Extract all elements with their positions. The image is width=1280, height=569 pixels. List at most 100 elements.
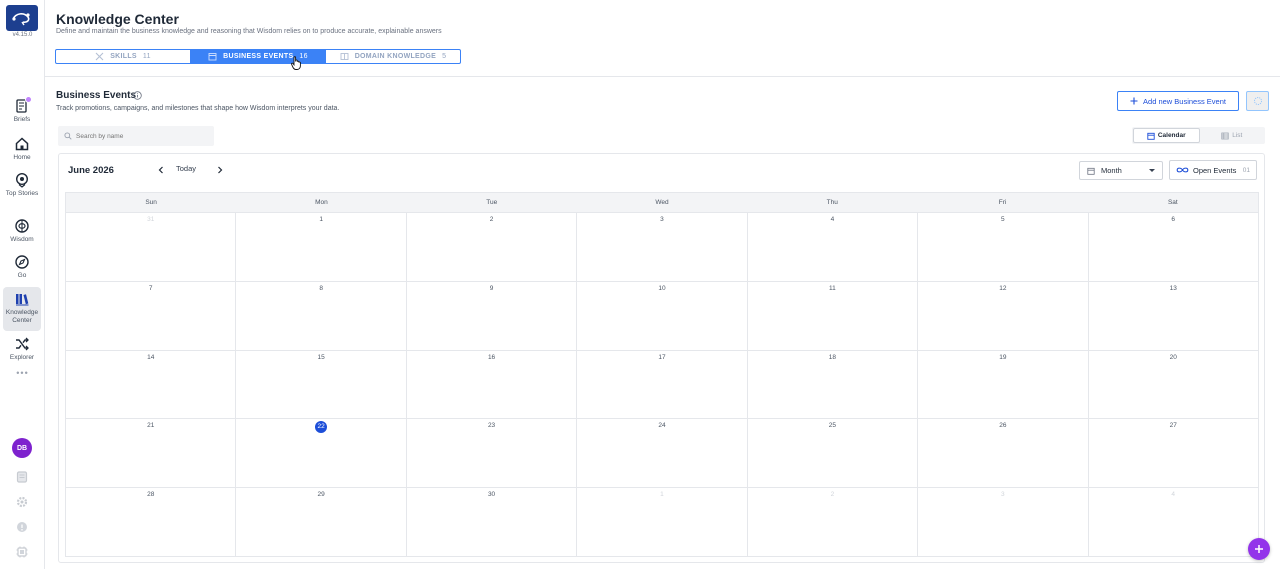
calendar-day-cell[interactable]: 4 [1089,488,1258,556]
calendar-day-cell[interactable]: 20 [1089,351,1258,419]
calendar-week-row: 28 29 30 1 2 3 4 [66,488,1258,556]
day-number: 1 [660,491,664,499]
app-logo[interactable] [6,5,38,31]
tab-skills[interactable]: SKILLS 11 [56,50,190,63]
section-title: Business Events [56,90,137,101]
avatar[interactable]: DB [12,438,32,458]
calendar-view-button[interactable]: Calendar [1133,128,1200,143]
tab-count: 11 [142,53,151,60]
day-number: 2 [489,216,494,223]
calendar-day-cell[interactable]: 8 [236,281,407,350]
weekday-header: Wed [655,199,669,206]
calendar-day-cell[interactable]: 2 [407,213,578,281]
assistant-fab-button[interactable] [1248,538,1270,560]
sidebar-item-briefs[interactable]: Briefs [3,96,41,126]
calendar-day-cell[interactable]: 1 [236,213,407,281]
tab-business-events[interactable]: BUSINESS EVENTS 16 [190,50,325,63]
plus-icon [1130,97,1138,105]
calendar-day-cell[interactable]: 31 [66,213,237,281]
calendar-day-cell[interactable]: 2 [748,488,919,556]
open-events-button[interactable]: Open Events 01 [1169,160,1257,180]
day-number: 20 [1169,353,1177,361]
sidebar-item-top-stories[interactable]: Top Stories [3,172,41,208]
tab-label: DOMAIN KNOWLEDGE [354,53,437,60]
sidebar-item-go[interactable]: Go [3,254,41,282]
knowledge-center-icon [16,294,29,306]
tab-domain-knowledge[interactable]: DOMAIN KNOWLEDGE 5 [325,50,460,63]
calendar-day-cell[interactable]: 15 [236,350,407,419]
more-menu-icon[interactable]: ••• [0,368,45,378]
calendar-day-cell[interactable]: 4 [748,213,919,281]
calendar-month-title: June 2026 [68,165,114,176]
infinity-icon [1176,167,1189,173]
view-range-value: Month [1101,166,1122,175]
view-toggle: Calendar List [1132,127,1265,144]
calendar-day-cell[interactable]: 1 [577,488,748,556]
calendar-day-cell[interactable]: 12 [918,281,1089,350]
sidebar-item-knowledge-center[interactable]: Knowledge Center [3,287,41,331]
home-icon [15,137,29,151]
calendar-day-cell[interactable]: 13 [1089,282,1258,350]
day-number: 10 [658,284,666,292]
calendar-day-cell[interactable]: 26 [918,419,1089,488]
document-icon[interactable] [15,470,29,484]
chevron-right-icon[interactable] [214,164,226,176]
calendar-day-cell[interactable]: 9 [407,281,578,350]
search-input[interactable] [76,132,206,140]
calendar-day-cell[interactable]: 3 [918,488,1089,556]
sidebar-item-explorer[interactable]: Explorer [3,336,41,364]
day-number: 28 [147,491,155,499]
help-icon[interactable] [15,520,29,534]
section-subtitle: Track promotions, campaigns, and milesto… [56,105,340,112]
calendar-day-cell[interactable]: 30 [407,488,578,556]
refresh-button[interactable] [1246,91,1269,111]
calendar-day-cell[interactable]: 16 [407,350,578,419]
calendar-day-cell[interactable]: 22 [236,419,407,488]
calendar-day-cell[interactable]: 11 [748,281,919,350]
calendar-week-row: 14 15 16 17 18 19 20 [66,350,1258,420]
calendar-day-cell[interactable]: 28 [66,488,237,556]
calendar-day-cell[interactable]: 19 [918,350,1089,419]
calendar-day-cell[interactable]: 5 [918,213,1089,281]
day-number: 7 [148,284,153,292]
info-icon[interactable] [133,91,142,100]
calendar-day-cell[interactable]: 17 [577,350,748,419]
search-icon [64,132,72,140]
sidebar-item-label: Top Stories [5,190,39,197]
chip-icon[interactable] [15,545,29,559]
sidebar-item-label: Home [13,154,31,161]
gear-icon[interactable] [15,495,29,509]
view-range-select[interactable]: Month [1079,161,1163,180]
sidebar-item-wisdom[interactable]: Wisdom [3,218,41,246]
today-date-marker: 22 [315,421,328,434]
chevron-left-icon[interactable] [155,164,167,176]
calendar-day-cell[interactable]: 23 [407,419,578,488]
calendar-day-cell[interactable]: 25 [748,419,919,488]
calendar-week-row: 31 1 2 3 4 5 6 [66,213,1258,282]
calendar-day-cell[interactable]: 10 [577,281,748,350]
list-view-button[interactable]: List [1200,128,1265,143]
weekday-header-row: Sun Mon Tue Wed Thu Fri Sat [66,193,1258,213]
today-button[interactable]: Today [176,164,196,173]
calendar-day-cell[interactable]: 27 [1089,419,1258,487]
app-window: v4.15.0 Briefs Home Top Stories Wisdom G… [0,0,1280,569]
day-number: 17 [658,353,666,361]
calendar-day-cell[interactable]: 29 [236,488,407,556]
day-number: 15 [317,353,325,361]
calendar-day-cell[interactable]: 6 [1089,213,1258,281]
calendar-day-cell[interactable]: 21 [66,419,237,488]
day-number: 12 [999,284,1007,292]
add-button-label: Add new Business Event [1143,96,1226,106]
calendar-day-cell[interactable]: 3 [577,213,748,281]
calendar-day-cell[interactable]: 7 [66,281,237,350]
weekday-header: Mon [315,199,328,206]
calendar-day-cell[interactable]: 24 [577,419,748,488]
plus-icon [1255,545,1263,553]
sidebar: v4.15.0 Briefs Home Top Stories Wisdom G… [0,0,45,569]
calendar-day-cell[interactable]: 14 [66,350,237,419]
day-number: 6 [1171,216,1176,223]
add-business-event-button[interactable]: Add new Business Event [1117,91,1239,111]
calendar-day-cell[interactable]: 18 [748,350,919,419]
day-number: 19 [999,353,1007,361]
sidebar-item-home[interactable]: Home [3,136,41,164]
